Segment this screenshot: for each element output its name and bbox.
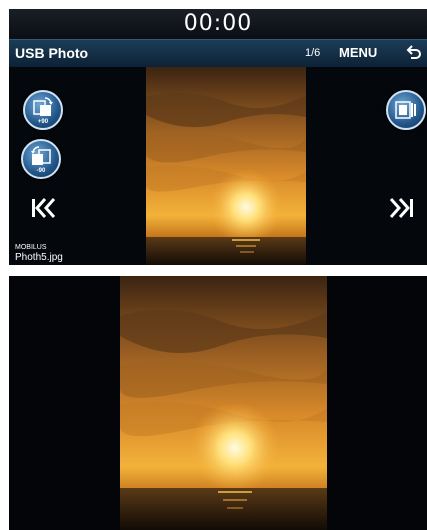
status-bar: 00:00 bbox=[9, 9, 427, 39]
file-name: Photh5.jpg bbox=[15, 252, 63, 263]
next-button[interactable] bbox=[389, 196, 415, 220]
previous-double-chevron-icon bbox=[32, 198, 56, 218]
rotate-counterclockwise-label: -90 bbox=[36, 168, 46, 174]
fullscreen-button[interactable] bbox=[386, 90, 426, 130]
rotate-counterclockwise-button[interactable]: -90 bbox=[21, 139, 61, 179]
title-bar: USB Photo 1/6 MENU bbox=[9, 39, 427, 68]
back-button[interactable] bbox=[406, 44, 422, 62]
clock: 00:00 bbox=[183, 11, 253, 36]
back-arrow-icon bbox=[406, 45, 421, 59]
rotate-clockwise-button[interactable]: +90 bbox=[23, 90, 63, 130]
previous-button[interactable] bbox=[30, 196, 56, 220]
rotate-clockwise-label: +90 bbox=[37, 119, 49, 125]
page-title: USB Photo bbox=[15, 45, 89, 61]
photo-area: +90 -90 MOBILUS Photh5.jpg bbox=[9, 67, 427, 265]
fullscreen-photo-screen[interactable] bbox=[9, 276, 427, 530]
page-indicator: 1/6 bbox=[305, 47, 321, 59]
file-info: MOBILUS Photh5.jpg bbox=[15, 244, 63, 264]
fullscreen-icon bbox=[395, 101, 416, 119]
photo-viewer-screen: 00:00 USB Photo 1/6 MENU +90 -90 MOBILUS… bbox=[9, 9, 427, 265]
sunset-photo-fullscreen bbox=[120, 276, 327, 530]
menu-button[interactable]: MENU bbox=[339, 45, 377, 60]
next-double-chevron-icon bbox=[389, 198, 413, 218]
folder-name: MOBILUS bbox=[15, 244, 47, 251]
sunset-photo bbox=[146, 67, 306, 265]
